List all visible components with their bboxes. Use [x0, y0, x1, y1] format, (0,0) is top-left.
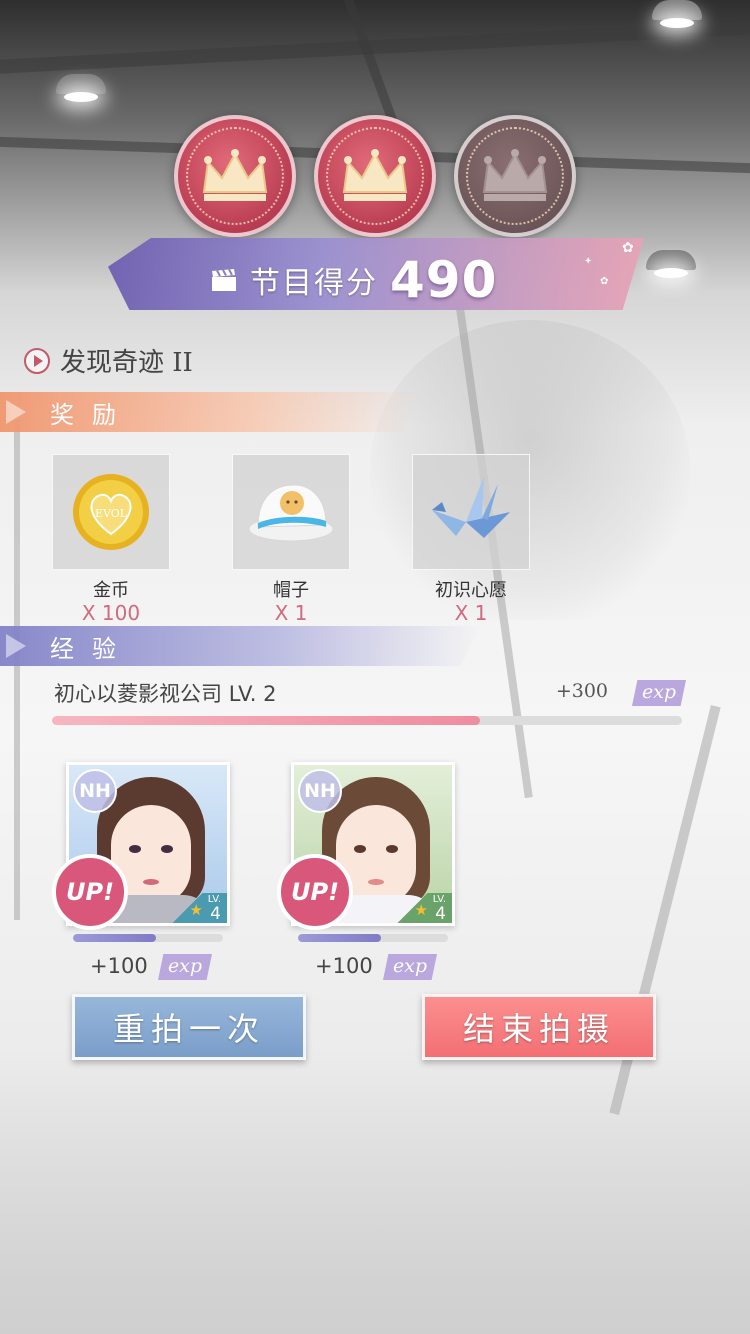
- clapperboard-icon: [212, 269, 236, 291]
- character-level: LV. 4: [208, 893, 221, 924]
- character-exp-bar-fill: [298, 934, 381, 942]
- nh-badge: NH: [73, 769, 117, 813]
- crown-medal-3: [454, 115, 576, 237]
- studio-floor: [0, 1060, 750, 1334]
- crown-icon: [342, 149, 408, 201]
- ceiling-lamp: [646, 250, 696, 278]
- level-up-badge: UP!: [52, 854, 128, 930]
- company-exp-bar: [52, 716, 682, 725]
- light-stand-pole: [14, 420, 20, 920]
- level-value: 4: [435, 904, 446, 924]
- reward-icon-box: EVOL: [52, 454, 170, 570]
- ceiling-lamp: [652, 0, 702, 28]
- reward-name: 初识心愿: [435, 580, 507, 601]
- reward-qty: X 1: [454, 601, 488, 625]
- reward-icon-box: [232, 454, 350, 570]
- character-level: LV. 4: [433, 893, 446, 924]
- ceiling-lamp: [56, 74, 106, 102]
- reward-name: 金币: [93, 580, 129, 601]
- company-name-text: 初心以菱影视公司: [54, 682, 222, 706]
- gold-coin-icon: EVOL: [73, 474, 149, 550]
- exp-gain-value: +100: [315, 954, 373, 978]
- exp-tag: exp: [383, 954, 437, 980]
- play-icon: [24, 347, 50, 374]
- paper-crane-icon: [432, 476, 510, 538]
- portrait-eye: [354, 845, 366, 853]
- company-name: 初心以菱影视公司 LV. 2: [54, 678, 276, 708]
- coin-text: EVOL: [95, 507, 128, 520]
- reward-item-crane[interactable]: 初识心愿 X 1: [412, 454, 530, 624]
- retry-button[interactable]: 重拍一次: [72, 994, 306, 1060]
- sparkle-icon: ✦: [584, 256, 593, 267]
- character-card-2[interactable]: NH ★ LV. 4 UP! +100 exp: [277, 762, 455, 980]
- reward-name: 帽子: [273, 580, 309, 601]
- score-display: 节目得分 490: [210, 250, 497, 310]
- level-up-badge: UP!: [277, 854, 353, 930]
- portrait-eye: [129, 845, 141, 853]
- company-exp-gain: +300: [555, 680, 608, 702]
- level-value: 4: [210, 904, 221, 924]
- company-exp-row: 初心以菱影视公司 LV. 2 +300 exp: [54, 676, 686, 710]
- character-card-1[interactable]: NH ★ LV. 4 UP! +100 exp: [52, 762, 230, 980]
- reward-section-label: 奖励: [50, 400, 134, 429]
- crown-rating: [0, 115, 750, 239]
- character-exp-bar: [73, 934, 223, 942]
- crown-medal-2: [314, 115, 436, 237]
- character-exp-bar: [298, 934, 448, 942]
- character-exp-gain: +100 exp: [291, 952, 455, 980]
- sparkle-icon: ✿: [600, 276, 609, 287]
- reward-icon-box: [412, 454, 530, 570]
- character-exp-gain: +100 exp: [66, 952, 230, 980]
- company-level: LV. 2: [228, 682, 277, 706]
- nh-badge: NH: [298, 769, 342, 813]
- character-exp-bar-fill: [73, 934, 156, 942]
- finish-shoot-button[interactable]: 结束拍摄: [422, 994, 656, 1060]
- crown-icon: [482, 149, 548, 201]
- exp-section-header: 经验: [0, 626, 480, 666]
- exp-gain-value: +100: [90, 954, 148, 978]
- star-icon: ★: [189, 901, 203, 919]
- score-label: 节目得分: [250, 266, 378, 301]
- star-icon: ★: [414, 901, 428, 919]
- portrait-lips: [143, 879, 159, 885]
- portrait-eye: [386, 845, 398, 853]
- sparkle-icon: ✿: [622, 240, 634, 256]
- stage-title-text: 发现奇迹 II: [60, 348, 193, 378]
- crown-medal-1: [174, 115, 296, 237]
- exp-tag: exp: [632, 680, 686, 706]
- exp-section-label: 经验: [50, 634, 134, 663]
- portrait-lips: [368, 879, 384, 885]
- company-exp-bar-fill: [52, 716, 481, 725]
- reward-section-header: 奖励: [0, 392, 420, 432]
- exp-tag: exp: [158, 954, 212, 980]
- stage-title: 发现奇迹 II: [24, 342, 193, 379]
- reward-qty: X 1: [274, 601, 308, 625]
- reward-item-hat[interactable]: 帽子 X 1: [232, 454, 350, 624]
- score-value: 490: [390, 251, 498, 309]
- ribbon-arrow-icon: [6, 634, 26, 658]
- reward-item-coin[interactable]: EVOL 金币 X 100: [52, 454, 170, 624]
- reward-qty: X 100: [81, 601, 141, 625]
- hat-icon: [248, 484, 334, 542]
- ribbon-arrow-icon: [6, 400, 26, 424]
- portrait-eye: [161, 845, 173, 853]
- crown-icon: [202, 149, 268, 201]
